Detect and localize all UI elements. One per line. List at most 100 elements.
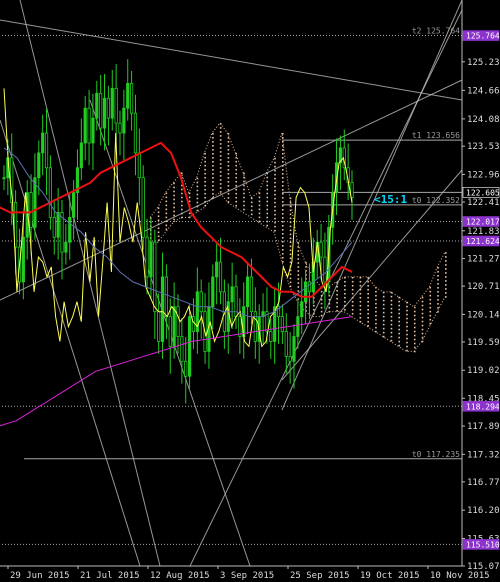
candle-body [99, 92, 103, 129]
cloud-dot [196, 201, 199, 204]
cloud-dot [157, 235, 160, 238]
cloud-dot [375, 294, 377, 297]
cloud-dot [421, 328, 424, 331]
cloud-dot [212, 141, 214, 143]
y-tick-label: 124.085 [467, 115, 500, 125]
cloud-dot [281, 225, 284, 227]
cloud-dot [445, 276, 447, 278]
cloud-dot [406, 349, 408, 352]
cloud-dot [235, 172, 237, 175]
cloud-dot [289, 253, 292, 256]
cloud-dot [406, 313, 408, 316]
y-tick-label: 117.895 [467, 422, 500, 432]
price-tag-label: 115.510 [466, 540, 500, 549]
cloud-dot [243, 172, 245, 175]
cloud-dot [235, 176, 237, 179]
cloud-dot [196, 181, 199, 184]
cloud-dot [281, 253, 284, 255]
cloud-dot [437, 291, 439, 293]
cloud-dot [258, 204, 261, 207]
cloud-dot [227, 161, 230, 163]
candle-body [269, 331, 273, 342]
cloud-dot [382, 311, 385, 314]
cloud-dot [437, 279, 439, 281]
cloud-dot [390, 331, 393, 334]
cloud-dot [297, 274, 300, 276]
cloud-dot [281, 145, 284, 147]
cloud-dot [445, 284, 447, 286]
cloud-dot [250, 209, 253, 212]
cloud-dot [227, 193, 230, 195]
cloud-dot [212, 145, 214, 147]
cloud-dot [429, 302, 432, 305]
cloud-dot [382, 331, 385, 334]
cloud-dot [243, 184, 245, 187]
cloud-dot [212, 177, 214, 179]
cloud-dot [281, 257, 284, 259]
cloud-dot [413, 326, 416, 329]
cloud-dot [274, 169, 276, 172]
cloud-dot [219, 187, 222, 189]
candle-body [68, 216, 72, 243]
cloud-dot [235, 160, 237, 163]
level-label: t0 122.352 [412, 196, 460, 205]
cloud-dot [344, 296, 346, 299]
cloud-dot [351, 308, 354, 311]
y-tick-label: 116.200 [467, 506, 500, 516]
cloud-dot [406, 345, 408, 348]
cloud-dot [235, 192, 237, 195]
cloud-dot [367, 292, 369, 295]
cloud-dot [165, 192, 168, 195]
cloud-dot [219, 155, 222, 157]
y-tick-label: 122.410 [467, 198, 500, 208]
cloud-dot [165, 216, 168, 219]
cloud-dot [281, 209, 284, 211]
candle-body [303, 281, 308, 303]
cloud-dot [281, 189, 284, 191]
cloud-dot [181, 208, 183, 211]
candle-body [133, 112, 138, 154]
cloud-dot [173, 202, 175, 205]
cloud-dot [204, 184, 206, 187]
cloud-dot [266, 200, 269, 203]
cloud-dot [437, 275, 439, 277]
cloud-dot [289, 209, 292, 212]
cloud-dot [445, 260, 447, 262]
cloud-dot [274, 209, 276, 212]
cloud-dot [266, 184, 269, 187]
cloud-dot [305, 266, 307, 268]
cloud-dot [165, 204, 168, 207]
cloud-dot [367, 288, 369, 291]
cloud-dot [336, 309, 338, 312]
cloud-dot [281, 229, 284, 231]
cloud-dot [320, 306, 323, 309]
cloud-dot [382, 295, 385, 298]
cloud-dot [445, 252, 447, 254]
cloud-dot [281, 245, 284, 247]
cloud-dot [188, 212, 191, 215]
candle-body [37, 152, 41, 179]
candle-body [41, 132, 45, 154]
cloud-dot [445, 280, 447, 282]
cloud-dot [445, 256, 447, 258]
y-tick-label: 119.020 [467, 366, 500, 376]
cloud-dot [212, 165, 214, 167]
cloud-dot [359, 296, 362, 299]
candle-body [48, 167, 53, 218]
cloud-dot [390, 307, 393, 310]
cloud-dot [305, 262, 307, 264]
candle-body [280, 316, 285, 332]
cloud-dot [204, 196, 206, 199]
cloud-dot [297, 282, 300, 284]
cloud-dot [413, 310, 416, 313]
cloud-dot [181, 196, 183, 199]
cloud-dot [390, 323, 393, 326]
trend-line [19, 0, 161, 567]
cloud-dot [289, 237, 292, 240]
candle-body [44, 132, 49, 169]
cloud-dot [274, 177, 276, 180]
cloud-dot [274, 157, 276, 160]
y-tick-label: 117.325 [467, 450, 500, 460]
cloud-dot [390, 319, 393, 322]
cloud-dot [157, 215, 160, 218]
